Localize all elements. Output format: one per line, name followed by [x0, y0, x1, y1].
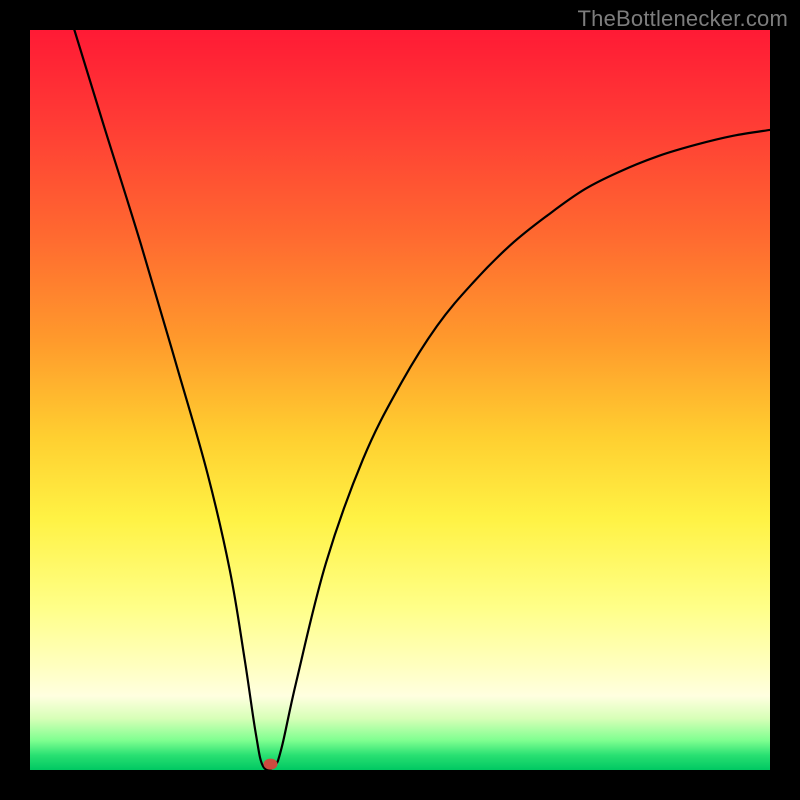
watermark-text: TheBottlenecker.com [578, 6, 788, 32]
chart-frame: TheBottlenecker.com [0, 0, 800, 800]
bottleneck-curve [74, 30, 770, 770]
minimum-marker [264, 759, 278, 770]
curve-svg [30, 30, 770, 770]
plot-area [30, 30, 770, 770]
